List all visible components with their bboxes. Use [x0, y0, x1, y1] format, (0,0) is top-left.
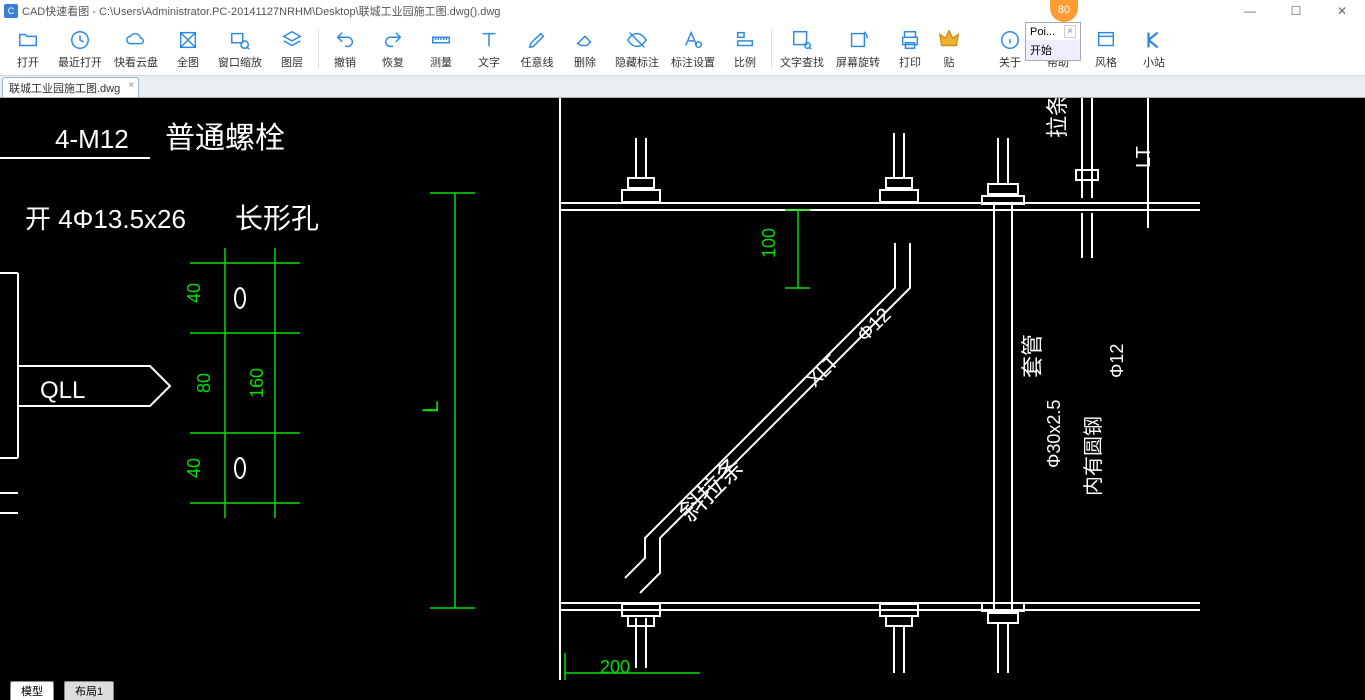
findtext-button[interactable]: 文字查找	[774, 23, 830, 75]
notification-badge[interactable]: 80	[1050, 0, 1078, 22]
info-icon	[997, 28, 1023, 52]
search-text-icon	[789, 28, 815, 52]
scale-icon	[732, 28, 758, 52]
svg-text:内有圆钢: 内有圆钢	[1082, 416, 1105, 496]
svg-text:开 4Φ13.5x26: 开 4Φ13.5x26	[25, 204, 186, 234]
layers-icon	[279, 28, 305, 52]
rotate-button[interactable]: 屏幕旋转	[830, 23, 886, 75]
svg-text:长形孔: 长形孔	[235, 203, 319, 234]
layers-button[interactable]: 图层	[268, 23, 316, 75]
svg-text:160: 160	[247, 368, 267, 398]
svg-text:拉条: 拉条	[1045, 98, 1070, 138]
close-tab-icon[interactable]: ×	[128, 80, 134, 91]
hideann-button[interactable]: 隐藏标注	[609, 23, 665, 75]
popup-start-row[interactable]: 开始	[1026, 40, 1080, 60]
window-controls: — ☐ ✕	[1227, 0, 1365, 22]
svg-text:100: 100	[759, 228, 779, 258]
text-icon	[476, 28, 502, 52]
recent-button[interactable]: 最近打开	[52, 23, 108, 75]
measure-button[interactable]: 测量	[417, 23, 465, 75]
cloud-button[interactable]: 快看云盘	[108, 23, 164, 75]
svg-text:套管: 套管	[1020, 334, 1045, 378]
svg-text:40: 40	[184, 458, 204, 478]
station-button[interactable]: 小站	[1130, 23, 1178, 75]
print-button[interactable]: 打印	[886, 23, 934, 75]
open-button[interactable]: 打开	[4, 23, 52, 75]
print-icon	[897, 28, 923, 52]
maximize-button[interactable]: ☐	[1273, 0, 1319, 22]
delete-button[interactable]: 删除	[561, 23, 609, 75]
eraser-icon	[572, 28, 598, 52]
svg-text:斜拉条: 斜拉条	[673, 451, 749, 527]
svg-text:Φ12: Φ12	[853, 304, 896, 347]
fullview-button[interactable]: 全图	[164, 23, 212, 75]
svg-text:4-M12: 4-M12	[55, 124, 129, 154]
svg-text:QLL: QLL	[40, 377, 85, 404]
zoom-window-icon	[227, 28, 253, 52]
popup-close-icon[interactable]: ×	[1064, 25, 1076, 38]
clock-icon	[67, 28, 93, 52]
folder-open-icon	[15, 28, 41, 52]
svg-text:80: 80	[194, 373, 214, 393]
ruler-icon	[428, 28, 454, 52]
freeline-button[interactable]: 任意线	[513, 23, 561, 75]
k-icon	[1141, 28, 1167, 52]
svg-text:40: 40	[184, 283, 204, 303]
svg-text:LT: LT	[1133, 146, 1155, 168]
annset-button[interactable]: 标注设置	[665, 23, 721, 75]
layout1-tab[interactable]: 布局1	[64, 681, 114, 700]
pencil-icon	[524, 28, 550, 52]
eye-off-icon	[624, 28, 650, 52]
rotate-icon	[845, 28, 871, 52]
close-button[interactable]: ✕	[1319, 0, 1365, 22]
text-button[interactable]: 文字	[465, 23, 513, 75]
file-tab[interactable]: 联城工业园施工图.dwg ×	[2, 77, 139, 97]
cad-canvas[interactable]: 4-M12 普通螺栓 开 4Φ13.5x26 长形孔 QLL 40 40 80 …	[0, 98, 1365, 680]
svg-text:200: 200	[600, 657, 630, 677]
undo-icon	[332, 28, 358, 52]
vip-button[interactable]: 贴	[934, 23, 964, 75]
svg-text:Φ30x2.5: Φ30x2.5	[1044, 400, 1064, 468]
zoomwin-button[interactable]: 窗口缩放	[212, 23, 268, 75]
app-icon: C	[4, 4, 18, 18]
file-tabbar: 联城工业园施工图.dwg ×	[0, 76, 1365, 98]
svg-text:L: L	[418, 401, 443, 413]
redo-button[interactable]: 恢复	[369, 23, 417, 75]
redo-icon	[380, 28, 406, 52]
model-tab[interactable]: 模型	[10, 681, 54, 700]
scale-button[interactable]: 比例	[721, 23, 769, 75]
fullview-icon	[175, 28, 201, 52]
vip-icon	[936, 28, 962, 52]
svg-text:普通螺栓: 普通螺栓	[165, 122, 285, 155]
cloud-icon	[123, 28, 149, 52]
separator	[771, 29, 772, 69]
bottom-tabbar: 模型 布局1	[0, 680, 1365, 700]
svg-text:Φ12: Φ12	[1107, 344, 1127, 378]
window-title: CAD快速看图 - C:\Users\Administrator.PC-2014…	[22, 3, 500, 19]
titlebar: C CAD快速看图 - C:\Users\Administrator.PC-20…	[0, 0, 1365, 22]
file-tab-label: 联城工业园施工图.dwg	[9, 83, 120, 95]
minimize-button[interactable]: —	[1227, 0, 1273, 22]
popup-title-row: Poi...×	[1026, 23, 1080, 40]
style-icon	[1093, 28, 1119, 52]
annotation-settings-icon	[680, 28, 706, 52]
popup-panel: Poi...× 开始	[1025, 22, 1081, 61]
separator	[318, 29, 319, 69]
toolbar: 打开 最近打开 快看云盘 全图 窗口缩放 图层 撤销 恢复 测量 文字 任意线 …	[0, 22, 1365, 76]
style-button[interactable]: 风格	[1082, 23, 1130, 75]
undo-button[interactable]: 撤销	[321, 23, 369, 75]
svg-text:XLT: XLT	[803, 351, 843, 391]
